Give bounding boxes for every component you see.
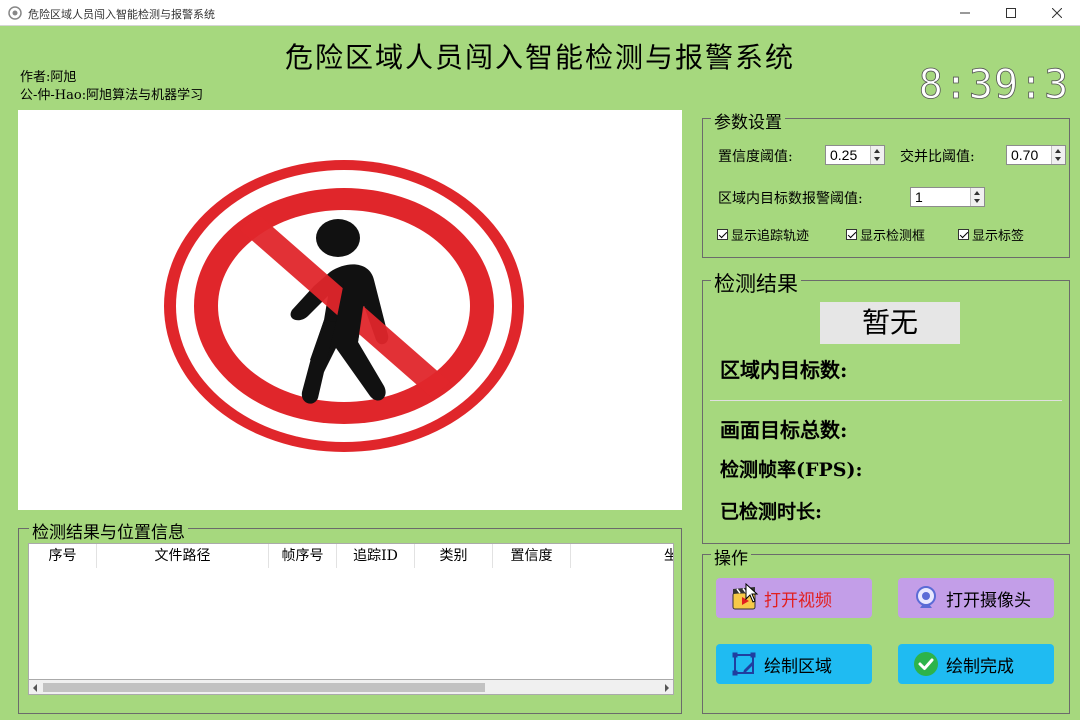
open-camera-button[interactable]: 打开摄像头 <box>898 578 1054 618</box>
conf-threshold-value: 0.25 <box>830 147 858 163</box>
fps-label: 检测帧率(FPS): <box>720 459 863 481</box>
ops-group-title: 操作 <box>711 544 751 569</box>
app-icon <box>8 6 22 20</box>
maximize-button[interactable] <box>988 0 1034 26</box>
conf-threshold-label: 置信度阈值: <box>718 149 793 165</box>
column-header-confidence[interactable]: 置信度 <box>493 544 571 568</box>
draw-polygon-icon <box>732 652 756 676</box>
open-video-label: 打开视频 <box>764 590 832 611</box>
author-label: 作者:阿旭 <box>20 70 77 85</box>
webcam-icon <box>916 586 936 608</box>
show-boxes-label: 显示检测框 <box>860 229 926 244</box>
column-header-coords[interactable]: 坐标位 <box>571 544 673 568</box>
conf-spin-arrows[interactable] <box>870 146 884 164</box>
open-video-button[interactable]: 打开视频 <box>716 578 872 618</box>
no-pedestrian-sign-icon <box>164 160 524 452</box>
show-trajectory-label: 显示追踪轨迹 <box>731 229 810 244</box>
spin-up-icon <box>874 149 880 153</box>
results-divider <box>710 400 1062 401</box>
alarm-threshold-value: 1 <box>915 189 923 205</box>
spin-down-icon <box>1055 157 1061 161</box>
results-table[interactable]: 序号 文件路径 帧序号 追踪ID 类别 置信度 坐标位 <box>28 543 674 695</box>
checkbox-checked-icon <box>958 229 969 240</box>
column-header-frame[interactable]: 帧序号 <box>269 544 337 568</box>
column-header-path[interactable]: 文件路径 <box>97 544 269 568</box>
digital-clock: 18:39:30 <box>920 62 1068 104</box>
iou-spin-arrows[interactable] <box>1051 146 1065 164</box>
checkbox-checked-icon <box>846 229 857 240</box>
video-display <box>18 110 682 510</box>
draw-done-label: 绘制完成 <box>946 656 1014 677</box>
table-group-title: 检测结果与位置信息 <box>29 518 188 543</box>
show-trajectory-checkbox[interactable]: 显示追踪轨迹 <box>717 225 809 244</box>
iou-threshold-label: 交并比阈值: <box>900 149 975 165</box>
page-title: 危险区域人员闯入智能检测与报警系统 <box>284 41 795 74</box>
iou-threshold-value: 0.70 <box>1011 147 1039 163</box>
results-group-title: 检测结果 <box>711 268 801 298</box>
detection-status: 暂无 <box>820 302 960 344</box>
conf-threshold-spinbox[interactable]: 0.25 <box>825 145 885 165</box>
clock-text: 18:39:30 <box>920 62 1068 104</box>
draw-done-button[interactable]: 绘制完成 <box>898 644 1054 684</box>
close-button[interactable] <box>1034 0 1080 26</box>
minimize-button[interactable] <box>942 0 988 26</box>
checkbox-checked-icon <box>717 229 728 240</box>
spin-down-icon <box>974 199 980 203</box>
alarm-threshold-label: 区域内目标数报警阈值: <box>718 191 863 207</box>
show-labels-label: 显示标签 <box>972 229 1025 244</box>
draw-area-button[interactable]: 绘制区域 <box>716 644 872 684</box>
params-group-title: 参数设置 <box>711 108 785 133</box>
show-boxes-checkbox[interactable]: 显示检测框 <box>846 225 925 244</box>
mouse-cursor-icon <box>745 583 759 603</box>
elapsed-label: 已检测时长: <box>720 501 823 523</box>
column-header-class[interactable]: 类别 <box>415 544 493 568</box>
maximize-icon <box>1006 8 1016 18</box>
window-titlebar: 危险区域人员闯入智能检测与报警系统 <box>0 0 1080 26</box>
area-count-label: 区域内目标数: <box>720 358 848 382</box>
scroll-thumb[interactable] <box>43 683 485 692</box>
draw-area-label: 绘制区域 <box>764 656 832 677</box>
table-horizontal-scrollbar[interactable] <box>28 679 674 695</box>
window-title: 危险区域人员闯入智能检测与报警系统 <box>28 8 215 21</box>
column-header-track-id[interactable]: 追踪ID <box>337 544 415 568</box>
spin-up-icon <box>974 191 980 195</box>
scroll-left-icon[interactable] <box>33 684 37 692</box>
show-labels-checkbox[interactable]: 显示标签 <box>958 225 1024 244</box>
alarm-threshold-spinbox[interactable]: 1 <box>910 187 985 207</box>
check-circle-icon <box>914 652 938 676</box>
alarm-spin-arrows[interactable] <box>970 188 984 206</box>
total-count-label: 画面目标总数: <box>720 418 848 442</box>
spin-up-icon <box>1055 149 1061 153</box>
column-header-index[interactable]: 序号 <box>29 544 97 568</box>
minimize-icon <box>960 12 970 14</box>
spin-down-icon <box>874 157 880 161</box>
table-header: 序号 文件路径 帧序号 追踪ID 类别 置信度 坐标位 <box>29 544 673 568</box>
iou-threshold-spinbox[interactable]: 0.70 <box>1006 145 1066 165</box>
wechat-label: 公-仲-Hao:阿旭算法与机器学习 <box>20 88 204 103</box>
close-icon <box>1052 8 1062 18</box>
open-camera-label: 打开摄像头 <box>946 590 1031 611</box>
scroll-right-icon[interactable] <box>665 684 669 692</box>
